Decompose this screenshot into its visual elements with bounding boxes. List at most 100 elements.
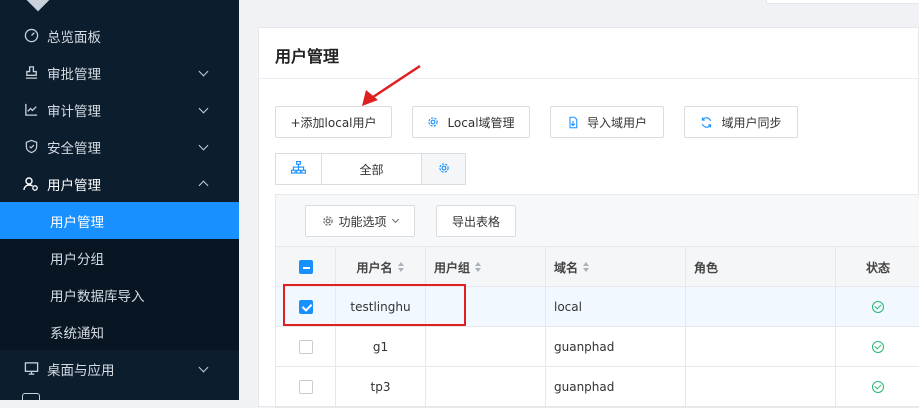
page-title: 用户管理 [275, 47, 340, 66]
cell-domain: guanphad [546, 367, 686, 407]
import-domain-user-label: 导入域用户 [586, 115, 647, 130]
export-table-button[interactable]: 导出表格 [436, 205, 516, 237]
sidebar-item-user-management[interactable]: 用户管理 [0, 165, 239, 202]
export-table-label: 导出表格 [451, 214, 500, 229]
sidebar-subitem-user-groups[interactable]: 用户分组 [0, 239, 239, 276]
table-toolbar: 功能选项 导出表格 [276, 195, 919, 247]
header-role-label: 角色 [694, 260, 719, 275]
cell-group [426, 367, 546, 407]
sidebar-item-desktop-apps[interactable]: 桌面与应用 [0, 350, 239, 387]
user-table: 功能选项 导出表格 用户名 用户组 域名 角色 状态 testlinghu lo… [275, 194, 919, 408]
dashboard-icon [22, 27, 40, 45]
add-local-user-button[interactable]: +添加local用户 [275, 106, 392, 138]
sidebar-item-label: 用户管理 [47, 177, 101, 194]
trend-chart-icon [22, 101, 40, 119]
header-group-label: 用户组 [434, 260, 471, 275]
import-icon [567, 116, 579, 129]
sidebar-item-label: 安全管理 [47, 140, 101, 157]
table-row[interactable]: testlinghu local [276, 287, 919, 327]
add-local-user-label: +添加local用户 [290, 115, 377, 130]
sort-icon [397, 262, 405, 272]
header-role: 角色 [686, 247, 836, 287]
select-all-checkbox[interactable] [298, 260, 313, 274]
org-tree-button[interactable] [275, 153, 322, 185]
sidebar-top [0, 0, 239, 17]
status-ok-icon [872, 301, 884, 313]
sidebar-item-security[interactable]: 安全管理 [0, 128, 239, 165]
cell-role [686, 287, 836, 327]
filter-all-label: 全部 [359, 162, 384, 177]
sidebar-item-label: 总览面板 [47, 29, 101, 46]
top-search-box[interactable] [766, 0, 919, 4]
cell-status [836, 287, 919, 327]
header-status-label: 状态 [865, 260, 890, 275]
sidebar-subitem-user-db-import[interactable]: 用户数据库导入 [0, 276, 239, 313]
sidebar-subitem-label: 系统通知 [50, 325, 104, 342]
cell-group [426, 327, 546, 367]
cell-domain: local [546, 287, 686, 327]
sidebar-next-icon [22, 393, 40, 400]
main-area: 用户管理 +添加local用户 Local域管理 导入域用户 域用户同步 全部 … [258, 0, 919, 408]
filter-settings-button[interactable] [421, 153, 466, 185]
org-tree-icon [290, 160, 307, 177]
filter-all[interactable]: 全部 [321, 153, 422, 185]
sidebar-item-approval[interactable]: 审批管理 [0, 54, 239, 91]
cell-status [836, 327, 919, 367]
header-domain-label: 域名 [554, 260, 579, 275]
table-row[interactable]: g1 guanphad [276, 327, 919, 367]
row-select-cell [276, 327, 336, 367]
local-domain-manage-label: Local域管理 [447, 115, 515, 130]
row-checkbox[interactable] [298, 380, 313, 394]
import-domain-user-button[interactable]: 导入域用户 [550, 106, 664, 138]
sort-icon [475, 262, 482, 272]
domain-user-sync-button[interactable]: 域用户同步 [684, 106, 798, 138]
header-domain[interactable]: 域名 [546, 247, 686, 287]
sidebar-item-label: 审计管理 [47, 103, 101, 120]
sidebar-subitem-label: 用户数据库导入 [50, 288, 145, 305]
cell-role [686, 327, 836, 367]
chevron-up-icon [198, 180, 209, 191]
gear-icon [438, 162, 450, 177]
sort-icon [583, 262, 590, 272]
table-header-row: 用户名 用户组 域名 角色 状态 [276, 247, 919, 287]
stamp-icon [22, 64, 40, 82]
cell-username: testlinghu [336, 287, 426, 327]
gear-icon [322, 215, 334, 227]
divider [259, 78, 919, 79]
content-card: 用户管理 +添加local用户 Local域管理 导入域用户 域用户同步 全部 … [258, 27, 919, 408]
chevron-down-icon [198, 66, 209, 77]
row-select-cell [276, 367, 336, 407]
sidebar-item-audit[interactable]: 审计管理 [0, 91, 239, 128]
sidebar: 总览面板 审批管理 审计管理 安全管理 用户管理 用户管理 用户分组 用户数据库… [0, 0, 239, 400]
row-select-cell [276, 287, 336, 327]
sidebar-item-dashboard[interactable]: 总览面板 [0, 17, 239, 54]
function-options-label: 功能选项 [338, 214, 387, 229]
cell-group [426, 287, 546, 327]
header-username[interactable]: 用户名 [336, 247, 426, 287]
cell-username: g1 [336, 327, 426, 367]
user-settings-icon [22, 175, 40, 193]
row-checkbox[interactable] [298, 340, 313, 354]
local-domain-manage-button[interactable]: Local域管理 [412, 106, 530, 138]
cell-status [836, 367, 919, 407]
row-checkbox[interactable] [298, 300, 313, 314]
header-group[interactable]: 用户组 [426, 247, 546, 287]
header-username-label: 用户名 [356, 260, 393, 275]
shield-icon [22, 138, 40, 156]
sidebar-subitem-label: 用户分组 [50, 251, 104, 268]
sidebar-subitem-user-management[interactable]: 用户管理 [0, 202, 239, 239]
cell-domain: guanphad [546, 327, 686, 367]
status-ok-icon [872, 381, 884, 393]
header-status: 状态 [836, 247, 919, 287]
sidebar-item-label: 桌面与应用 [47, 362, 115, 379]
chevron-down-icon [198, 140, 209, 151]
select-all-cell [276, 247, 336, 287]
domain-user-sync-label: 域用户同步 [721, 115, 782, 130]
cell-username: tp3 [336, 367, 426, 407]
status-ok-icon [872, 341, 884, 353]
chevron-down-icon [198, 103, 209, 114]
function-options-dropdown[interactable]: 功能选项 [305, 205, 415, 237]
table-row[interactable]: tp3 guanphad [276, 367, 919, 407]
sidebar-subitem-system-notice[interactable]: 系统通知 [0, 313, 239, 350]
sync-icon [700, 116, 713, 129]
